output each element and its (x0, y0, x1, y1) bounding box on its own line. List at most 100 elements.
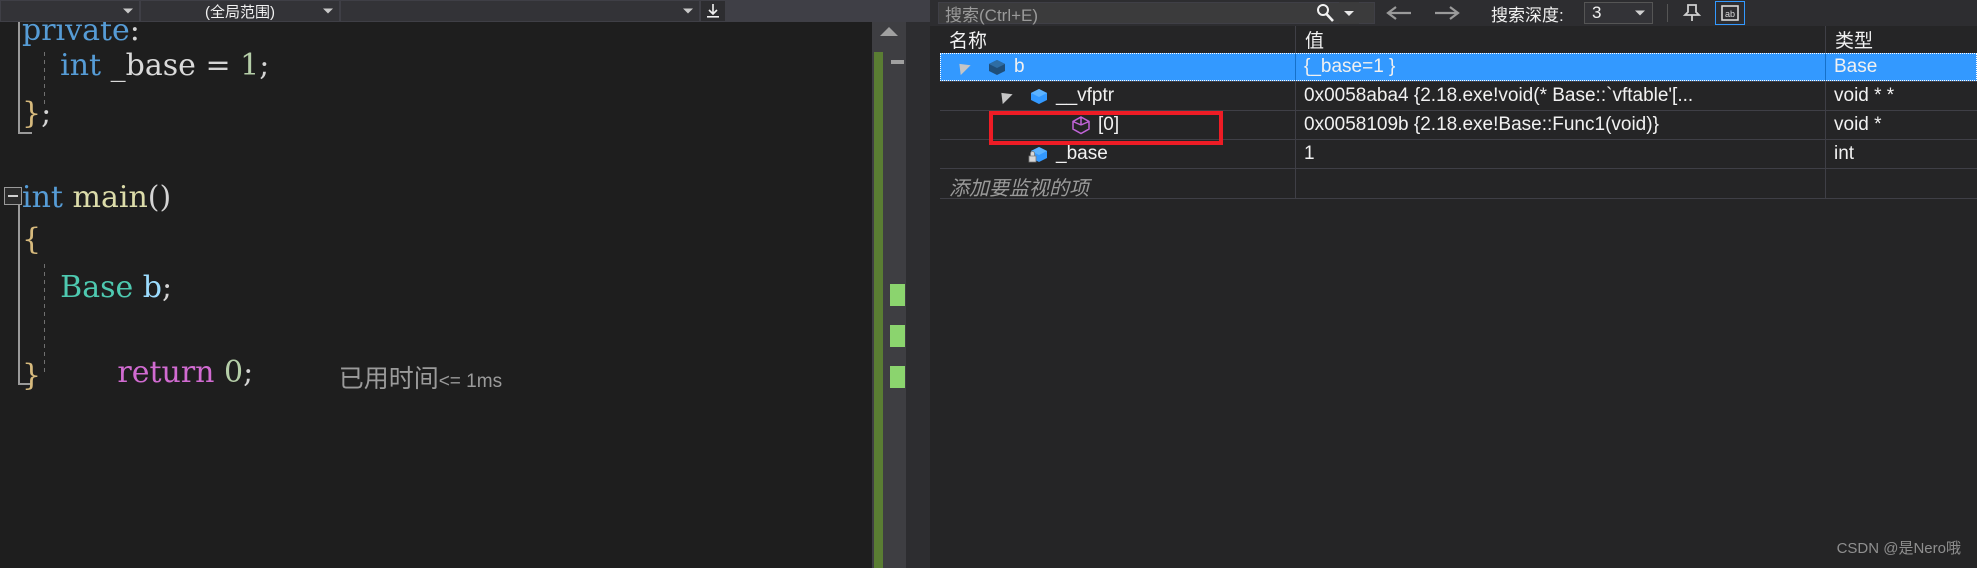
scrollbar-thumb[interactable] (874, 52, 883, 568)
code-token: } (22, 358, 42, 393)
watch-item-icon-wrap (1070, 115, 1090, 135)
project-scope-dropdown[interactable] (0, 0, 140, 22)
search-placeholder: 搜索(Ctrl+E) (945, 5, 1039, 25)
column-header-value[interactable]: 值 (1296, 26, 1825, 53)
fold-collapse-button[interactable] (4, 187, 22, 205)
code-text-area[interactable]: private: int _base = 1; }; int main() { … (0, 22, 872, 568)
add-watch-row[interactable]: 添加要监视的项 (940, 169, 1977, 200)
watch-name-cell[interactable]: b (940, 53, 1295, 81)
cell-divider (1825, 82, 1826, 110)
code-editor-pane: (全局范围) private: int _base = 1;}; int ma… (0, 0, 930, 568)
hex-display-toggle[interactable]: ab (1715, 1, 1745, 25)
search-button[interactable] (1310, 2, 1340, 24)
editor-right-gutter (906, 22, 930, 568)
chevron-down-icon (123, 8, 133, 14)
table-row[interactable]: [0] 0x0058109b {2.18.exe!Base::Func1(void… (940, 111, 1977, 140)
watch-type-cell: void * * (1834, 85, 1895, 106)
add-watch-placeholder: 添加要监视的项 (949, 178, 1089, 200)
navigate-down-icon (707, 4, 719, 18)
search-previous-button[interactable] (1382, 0, 1416, 26)
chevron-down-icon (323, 8, 333, 14)
code-token: ; (161, 270, 173, 305)
watch-value-cell[interactable]: 1 (1304, 140, 1823, 168)
table-row[interactable]: _base 1 int (940, 140, 1977, 169)
chevron-down-icon (1344, 10, 1354, 16)
cell-divider (1295, 140, 1296, 168)
code-token: ; (259, 48, 270, 83)
table-row[interactable]: b {_base=1 } Base (940, 53, 1977, 82)
cell-divider (1825, 111, 1826, 139)
watch-name-cell[interactable]: [0] (940, 111, 1295, 139)
watch-name-cell[interactable]: __vfptr (940, 82, 1295, 110)
arrow-right-icon (1435, 6, 1460, 20)
search-next-button[interactable] (1430, 0, 1464, 26)
code-token: int (22, 48, 102, 83)
watch-item-name: b (1014, 56, 1025, 77)
member-scope-dropdown[interactable] (340, 0, 700, 22)
ide-debug-screen: (全局范围) private: int _base = 1;}; int ma… (0, 0, 1977, 568)
global-scope-dropdown[interactable]: (全局范围) (140, 0, 340, 22)
toolbar-divider (1667, 4, 1668, 22)
watch-item-icon-wrap (1028, 144, 1048, 163)
code-token: } (22, 96, 42, 131)
code-line: { (22, 219, 41, 261)
code-token: _base (101, 48, 196, 83)
code-line: return 0; (22, 310, 253, 394)
code-token: ; (243, 355, 254, 390)
cell-divider (1825, 53, 1826, 81)
pointer-cube-icon (1031, 89, 1047, 104)
chevron-down-icon (1635, 10, 1645, 16)
function-pointer-icon (1072, 116, 1090, 135)
watch-grid-header: 名称 值 类型 (940, 26, 1977, 54)
watch-type-cell: void * (1834, 114, 1882, 135)
code-line: int _base = 1; (22, 45, 269, 87)
watch-window-pane: 搜索(Ctrl+E) 搜索深度: 3 ab 名称 值 类型 b {_base=1… (930, 0, 1977, 568)
cell-divider (1825, 169, 1826, 198)
editor-navigation-bar: (全局范围) (0, 0, 930, 23)
scroll-up-button[interactable] (872, 22, 906, 40)
table-row[interactable]: __vfptr 0x0058aba4 {2.18.exe!void(* Base:… (940, 82, 1977, 111)
code-token: = (195, 48, 241, 83)
navigate-down-button[interactable] (700, 0, 726, 22)
scroll-up-arrow-icon (880, 26, 898, 36)
svg-text:ab: ab (1725, 9, 1735, 19)
chevron-down-icon (683, 8, 693, 14)
watch-type-cell: int (1834, 143, 1855, 164)
private-field-icon (1028, 147, 1047, 163)
column-header-name[interactable]: 名称 (940, 26, 1295, 53)
cell-divider (1295, 53, 1296, 81)
code-line: }; (22, 93, 51, 135)
code-token: return (79, 355, 215, 390)
watch-name-cell[interactable]: _base (940, 140, 1295, 168)
class-scope-bar (18, 22, 20, 134)
watch-value-cell[interactable]: 0x0058109b {2.18.exe!Base::Func1(void)} (1304, 111, 1823, 139)
watch-item-name: [0] (1098, 114, 1120, 135)
pin-button[interactable] (1678, 2, 1706, 24)
code-token: () (147, 180, 172, 215)
code-token: int (22, 180, 63, 215)
watch-value-cell[interactable]: 0x0058aba4 {2.18.exe!void(* Base::`vftab… (1304, 82, 1823, 110)
change-marker (890, 366, 905, 388)
change-marker (890, 325, 905, 347)
watch-item-icon-wrap (1028, 86, 1048, 104)
code-token: 0 (224, 355, 244, 390)
elapsed-time-label: 已用时间 (338, 365, 439, 393)
expander-triangle-icon[interactable] (954, 58, 971, 76)
elapsed-time-value: <= 1ms (438, 371, 503, 392)
cell-divider (1825, 140, 1826, 168)
cell-divider (1295, 111, 1296, 139)
search-options-dropdown[interactable] (1339, 2, 1359, 24)
search-depth-value: 3 (1592, 3, 1602, 22)
expander-triangle-icon[interactable] (996, 87, 1013, 105)
code-line: Base b; (22, 267, 172, 309)
search-depth-dropdown[interactable]: 3 (1584, 2, 1653, 24)
change-marker (890, 284, 905, 306)
watch-value-cell[interactable]: {_base=1 } (1304, 53, 1823, 81)
search-magnifier-icon (1317, 4, 1334, 22)
scrollbar-position-marker (891, 60, 904, 64)
column-header-type[interactable]: 类型 (1826, 26, 1977, 53)
code-token: 1 (240, 48, 260, 83)
editor-vertical-scrollbar[interactable] (872, 22, 906, 568)
